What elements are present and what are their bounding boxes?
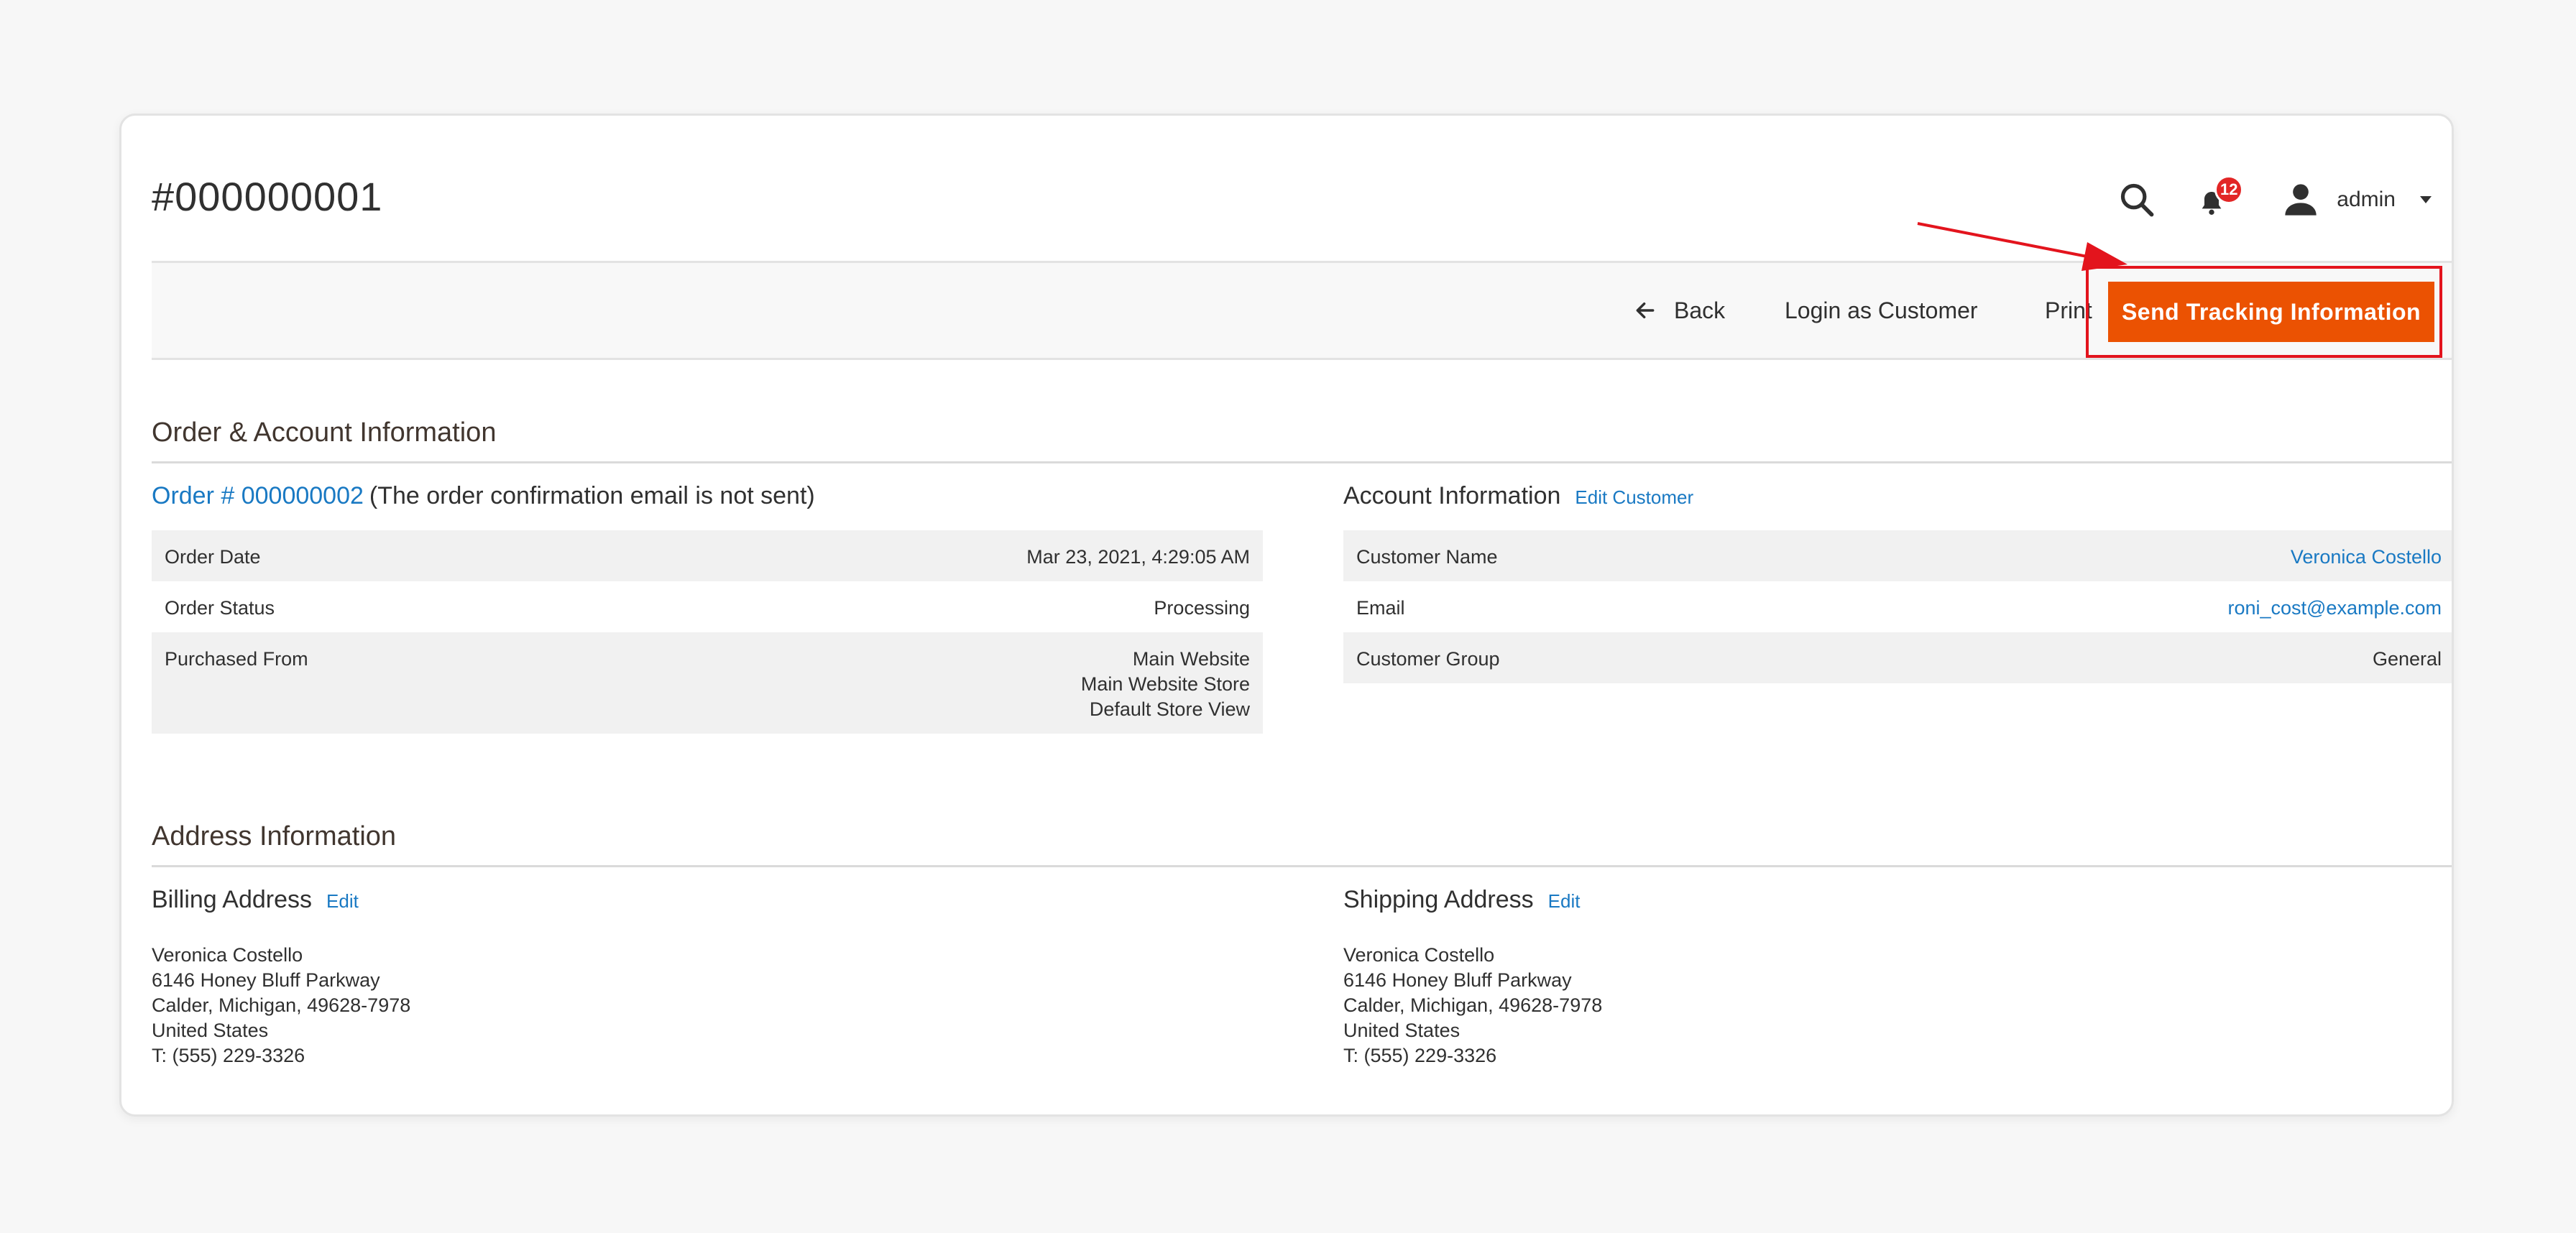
account-info-table: Customer Name Veronica Costello Email ro… — [1343, 530, 2452, 683]
address-section-title: Address Information — [152, 821, 2452, 867]
table-row: Customer Group General — [1343, 632, 2452, 683]
notification-badge: 12 — [2214, 175, 2244, 204]
account-subheading: Account Information Edit Customer — [1343, 482, 2452, 510]
send-tracking-information-button[interactable]: Send Tracking Information — [2108, 282, 2434, 342]
chevron-down-icon — [2420, 196, 2432, 203]
shipping-address-title: Shipping Address — [1343, 886, 1534, 913]
address-line: 6146 Honey Bluff Parkway — [1343, 969, 1572, 991]
user-name: admin — [2337, 188, 2396, 211]
address-line: Veronica Costello — [1343, 944, 1495, 966]
shipping-subheading: Shipping Address Edit — [1343, 886, 2452, 914]
address-line: 6146 Honey Bluff Parkway — [152, 969, 380, 991]
order-subheading: Order # 000000002 (The order confirmatio… — [152, 482, 1263, 510]
order-info-table: Order Date Mar 23, 2021, 4:29:05 AM Orde… — [152, 530, 1263, 734]
row-label: Order Status — [165, 597, 275, 619]
address-line: T: (555) 229-3326 — [152, 1045, 305, 1066]
purchased-from-view: Default Store View — [1089, 698, 1250, 720]
shipping-address-column: Shipping Address Edit Veronica Costello … — [1343, 886, 2452, 1068]
edit-shipping-address-link[interactable]: Edit — [1548, 890, 1581, 913]
row-label: Order Date — [165, 546, 261, 568]
table-row: Email roni_cost@example.com — [1343, 581, 2452, 632]
account-info-column: Account Information Edit Customer Custom… — [1343, 482, 2452, 683]
purchased-from-website: Main Website — [1132, 648, 1250, 670]
row-label: Customer Name — [1356, 546, 1498, 568]
back-label: Back — [1674, 297, 1726, 323]
address-line: Calder, Michigan, 49628-7978 — [1343, 994, 1603, 1016]
customer-name-link[interactable]: Veronica Costello — [2291, 546, 2442, 568]
billing-address-column: Billing Address Edit Veronica Costello 6… — [152, 886, 1263, 1068]
row-value: General — [2372, 648, 2442, 670]
account-info-title: Account Information — [1343, 482, 1561, 509]
row-label: Email — [1356, 597, 1405, 619]
purchased-from-store: Main Website Store — [1080, 673, 1250, 695]
order-info-column: Order # 000000002 (The order confirmatio… — [152, 482, 1263, 734]
page-actions-toolbar: Back Login as Customer Print Send Tracki… — [152, 261, 2452, 360]
row-label: Purchased From — [165, 648, 308, 670]
row-label: Customer Group — [1356, 648, 1500, 670]
row-value: Processing — [1154, 597, 1250, 619]
order-email-note: (The order confirmation email is not sen… — [369, 482, 815, 509]
login-as-customer-button[interactable]: Login as Customer — [1785, 263, 1978, 358]
user-menu[interactable]: admin — [2282, 181, 2437, 218]
address-line: Veronica Costello — [152, 944, 303, 966]
order-account-section-title: Order & Account Information — [152, 417, 2452, 463]
address-line: Calder, Michigan, 49628-7978 — [152, 994, 411, 1016]
customer-email-link[interactable]: roni_cost@example.com — [2227, 597, 2442, 619]
billing-address-title: Billing Address — [152, 886, 313, 913]
page-title: #000000001 — [152, 174, 383, 219]
billing-address-block: Veronica Costello 6146 Honey Bluff Parkw… — [152, 943, 1263, 1068]
table-row: Purchased From Main Website Main Website… — [152, 632, 1263, 734]
back-button[interactable]: Back — [1634, 263, 1725, 358]
order-view-panel: #000000001 12 admin Back Login as Custom… — [119, 114, 2454, 1117]
notifications-button[interactable]: 12 — [2197, 175, 2244, 221]
edit-customer-link[interactable]: Edit Customer — [1575, 486, 1693, 509]
order-number-link[interactable]: Order # 000000002 — [152, 482, 364, 510]
address-line: United States — [1343, 1020, 1460, 1041]
row-value: Mar 23, 2021, 4:29:05 AM — [1026, 546, 1250, 568]
table-row: Order Status Processing — [152, 581, 1263, 632]
table-row: Customer Name Veronica Costello — [1343, 530, 2452, 581]
edit-billing-address-link[interactable]: Edit — [326, 890, 359, 913]
search-icon[interactable] — [2118, 181, 2156, 218]
table-row: Order Date Mar 23, 2021, 4:29:05 AM — [152, 530, 1263, 581]
billing-subheading: Billing Address Edit — [152, 886, 1263, 914]
header-actions: 12 admin — [2118, 173, 2437, 226]
print-button[interactable]: Print — [2045, 263, 2092, 358]
row-value: Main Website Main Website Store Default … — [601, 632, 1263, 734]
arrow-left-icon — [1636, 302, 1655, 319]
address-line: United States — [152, 1020, 269, 1041]
address-line: T: (555) 229-3326 — [1343, 1045, 1497, 1066]
user-icon — [2285, 184, 2317, 216]
shipping-address-block: Veronica Costello 6146 Honey Bluff Parkw… — [1343, 943, 2452, 1068]
